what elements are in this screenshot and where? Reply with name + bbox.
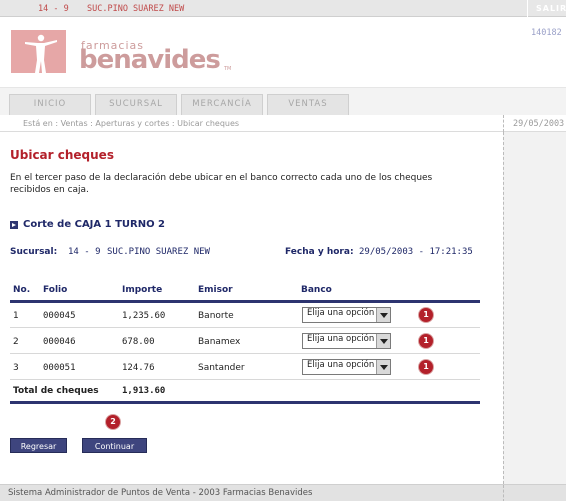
row-importe: 1,235.60 — [122, 311, 166, 321]
footer: Sistema Administrador de Puntos de Venta… — [0, 484, 566, 501]
store-name: SUC.PINO SUAREZ NEW — [87, 4, 185, 14]
chevron-down-icon[interactable] — [376, 334, 390, 348]
top-bar-divider — [527, 0, 528, 17]
row-folio: 000045 — [43, 311, 76, 321]
back-button[interactable]: Regresar — [10, 438, 67, 453]
section-title: Corte de CAJA 1 TURNO 2 — [23, 219, 166, 230]
current-date: 29/05/2003 — [503, 115, 566, 132]
total-label: Total de cheques — [13, 386, 99, 396]
tab-ventas[interactable]: VENTAS — [267, 94, 349, 116]
bank-select-value: Elija una opción — [307, 308, 375, 318]
page-title: Ubicar cheques — [10, 148, 114, 162]
sucursal-label: Sucursal: — [10, 247, 58, 257]
tab-sucursal[interactable]: SUCURSAL — [95, 94, 177, 116]
tab-mercancia[interactable]: MERCANCÍA — [181, 94, 263, 116]
col-no: No. — [13, 285, 31, 295]
col-banco: Banco — [301, 285, 332, 295]
tab-inicio[interactable]: INICIO — [9, 94, 91, 116]
step-marker-badge: 1 — [419, 308, 433, 322]
footer-text: Sistema Administrador de Puntos de Venta… — [8, 488, 313, 498]
row-importe: 124.76 — [122, 363, 155, 373]
continue-button[interactable]: Continuar — [82, 438, 147, 453]
total-row: Total de cheques 1,913.60 — [10, 382, 480, 400]
row-no: 2 — [13, 337, 19, 347]
step-marker-badge: 1 — [419, 334, 433, 348]
breadcrumb: Está en : Ventas : Aperturas y cortes : … — [23, 119, 240, 128]
col-folio: Folio — [43, 285, 68, 295]
table-row: 3 000051 124.76 Santander Elija una opci… — [10, 355, 480, 380]
right-side-panel — [503, 132, 566, 484]
row-no: 3 — [13, 363, 19, 373]
row-no: 1 — [13, 311, 19, 321]
sucursal-name: SUC.PINO SUAREZ NEW — [107, 247, 210, 257]
bank-select-value: Elija una opción — [307, 360, 375, 370]
col-importe: Importe — [122, 285, 163, 295]
table-row: 2 000046 678.00 Banamex Elija una opción… — [10, 329, 480, 354]
logo-trademark: TM — [224, 66, 232, 72]
header: farmacias benavides TM 140182 — [0, 17, 566, 87]
row-folio: 000051 — [43, 363, 76, 373]
breadcrumb-bar: Está en : Ventas : Aperturas y cortes : … — [0, 115, 566, 132]
fecha-label: Fecha y hora: — [285, 247, 354, 257]
top-bar: 14 - 9 SUC.PINO SUAREZ NEW SALIR — [0, 0, 566, 17]
row-folio: 000046 — [43, 337, 76, 347]
bank-select[interactable]: Elija una opción — [302, 307, 391, 323]
page-description: En el tercer paso de la declaración debe… — [10, 173, 433, 195]
sucursal-code: 14 - 9 — [68, 247, 101, 257]
step-marker-badge: 1 — [419, 360, 433, 374]
logo-figure-icon — [11, 30, 66, 73]
bank-select[interactable]: Elija una opción — [302, 359, 391, 375]
footer-divider — [503, 485, 566, 501]
logo-text-brand: benavides — [79, 45, 221, 75]
chevron-down-icon[interactable] — [376, 308, 390, 322]
nav-tabs: INICIO SUCURSAL MERCANCÍA VENTAS — [0, 87, 566, 116]
row-emisor: Banorte — [198, 311, 234, 321]
info-row: Sucursal: 14 - 9 SUC.PINO SUAREZ NEW Fec… — [10, 247, 490, 261]
table-header: No. Folio Importe Emisor Banco — [10, 285, 480, 301]
table-bottom-rule — [10, 401, 480, 404]
logout-link[interactable]: SALIR — [536, 4, 566, 13]
row-emisor: Santander — [198, 363, 245, 373]
store-code: 14 - 9 — [38, 4, 69, 14]
fecha-value: 29/05/2003 - 17:21:35 — [359, 247, 473, 257]
row-emisor: Banamex — [198, 337, 241, 347]
col-emisor: Emisor — [198, 285, 233, 295]
chevron-down-icon[interactable] — [376, 360, 390, 374]
bank-select-value: Elija una opción — [307, 334, 375, 344]
row-importe: 678.00 — [122, 337, 155, 347]
table-row: 1 000045 1,235.60 Banorte Elija una opci… — [10, 303, 480, 328]
arrow-right-icon — [10, 221, 18, 229]
reference-number: 140182 — [531, 28, 562, 38]
bank-select[interactable]: Elija una opción — [302, 333, 391, 349]
total-value: 1,913.60 — [122, 386, 166, 396]
step-marker-badge: 2 — [106, 415, 120, 429]
